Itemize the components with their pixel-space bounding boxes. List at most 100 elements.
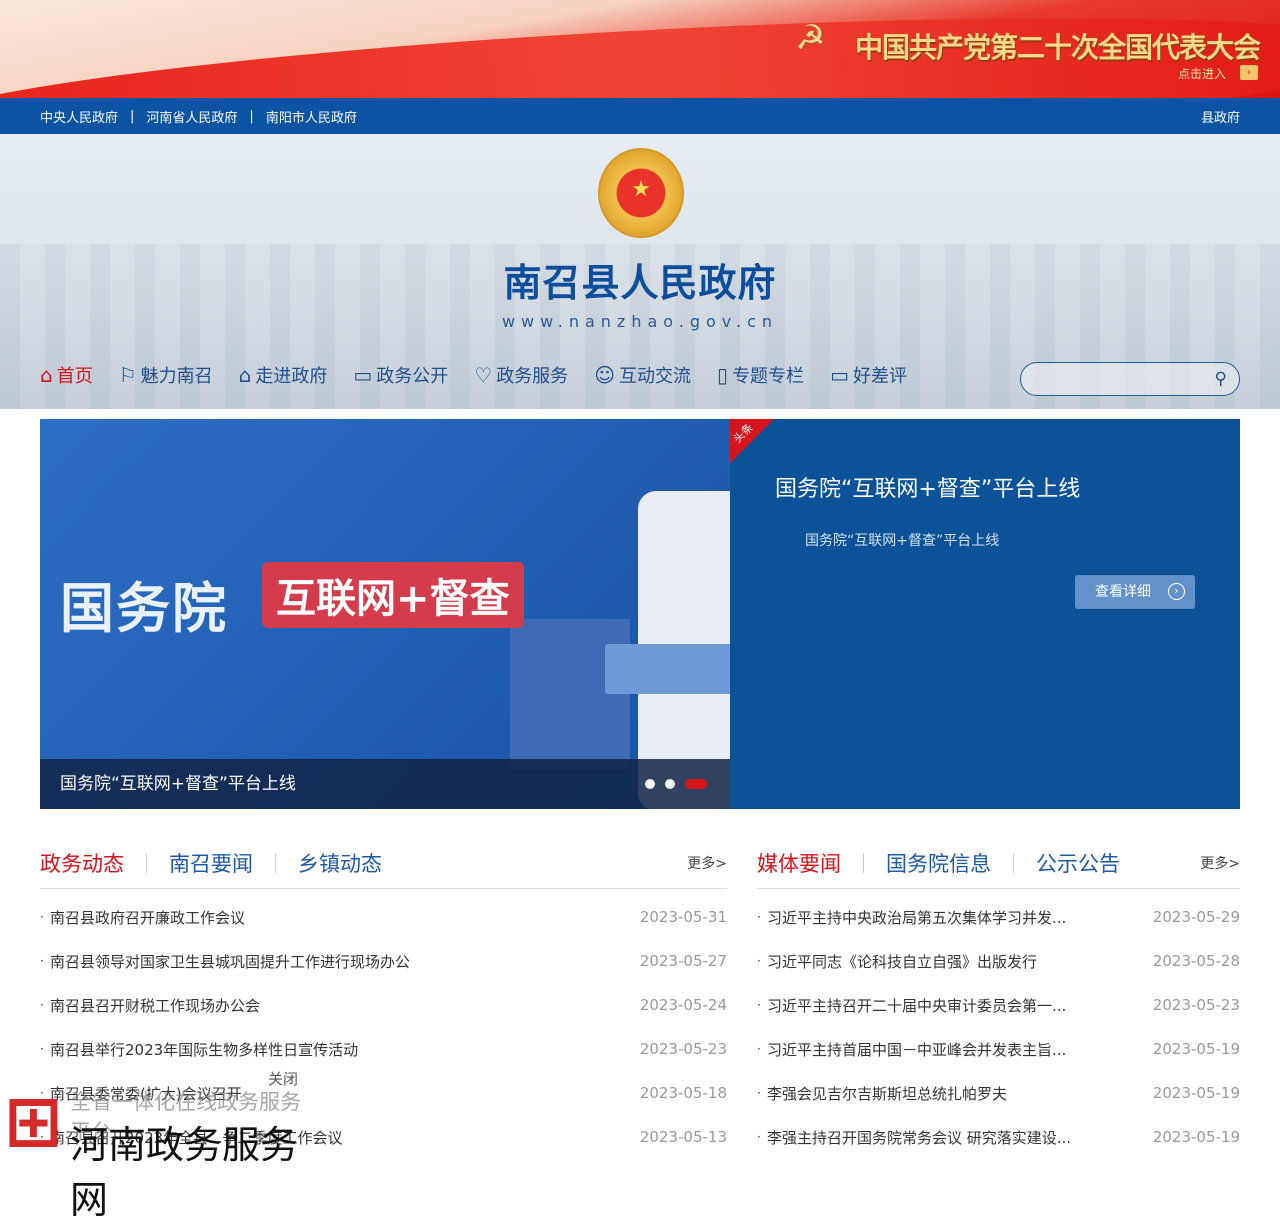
monitor-icon: ▭ (353, 363, 373, 387)
nav-topics[interactable]: ▯ 专题专栏 (717, 362, 804, 388)
site-name: 南召县人民政府 (503, 261, 777, 305)
list-item: · 南召县领导对国家卫生县城巩固提升工作进行现场办公 2023-05-27 (40, 939, 727, 983)
list-item: · 李强会见吉尔吉斯斯坦总统扎帕罗夫 2023-05-19 (757, 1071, 1240, 1115)
bullet: · (40, 998, 44, 1012)
news-title[interactable]: 南召县召开财税工作现场办公会 (50, 995, 640, 1016)
news-title[interactable]: 李强主持召开国务院常务会议 研究落实建设... (767, 1127, 1153, 1148)
nav-label: 政务公开 (376, 366, 449, 387)
main-nav: ⌂ 首页 ⚐ 魅力南召 ⌂ 走进政府 ▭ 政务公开 ♡ 政务服务 ☺ 互动交流 ▯ 专题专栏 … (40, 362, 933, 388)
henan-service-float[interactable]: ⊞ 关闭 全省一体化在线政务服务平台 河南政务服务网 (0, 1068, 310, 1222)
divider: | (249, 108, 254, 124)
bullet: · (757, 1086, 761, 1100)
nav-label: 互动交流 (619, 366, 692, 387)
more-link[interactable]: 更多> (687, 853, 727, 873)
divider (146, 853, 147, 873)
bullet: · (40, 1042, 44, 1056)
news-title[interactable]: 习近平主持召开二十届中央审计委员会第一... (767, 995, 1153, 1016)
list-item: · 习近平主持召开二十届中央审计委员会第一... 2023-05-23 (757, 983, 1240, 1027)
news-date: 2023-05-31 (639, 908, 727, 926)
slide-caption[interactable]: 国务院“互联网+督查”平台上线 (40, 759, 730, 809)
news-date: 2023-05-13 (639, 1128, 727, 1146)
top-link-bar: 中央人民政府 | 河南省人民政府 | 南阳市人民政府 县政府 (0, 98, 1280, 134)
national-emblem-icon: ★ (598, 148, 684, 238)
news-date: 2023-05-28 (1152, 952, 1240, 970)
news-title[interactable]: 习近平主持中央政治局第五次集体学习并发... (767, 907, 1153, 928)
more-link[interactable]: 更多> (1200, 853, 1240, 873)
divider (1013, 853, 1014, 873)
headline-title[interactable]: 国务院“互联网+督查”平台上线 (775, 471, 1080, 503)
nav-services[interactable]: ♡ 政务服务 (474, 362, 568, 388)
arrow-right-icon[interactable]: › (1240, 65, 1258, 80)
banner-title: 中国共产党第二十次全国代表大会 (855, 31, 1261, 64)
news-title[interactable]: 南召县领导对国家卫生县城巩固提升工作进行现场办公 (50, 951, 640, 972)
tab-announcements[interactable]: 公示公告 (1036, 848, 1120, 878)
nav-label: 好差评 (852, 366, 907, 387)
slide-dot-1[interactable] (645, 779, 655, 789)
slide-image-text: 国务院 (60, 577, 228, 640)
nav-label: 魅力南召 (140, 366, 213, 387)
slide-dot-3-active[interactable] (685, 779, 707, 789)
search-input[interactable] (1021, 363, 1201, 395)
news-tabs: 媒体要闻 国务院信息 公示公告 更多> (757, 838, 1240, 889)
tab-media-news[interactable]: 媒体要闻 (757, 848, 841, 878)
nav-home[interactable]: ⌂ 首页 (40, 362, 93, 388)
divider (275, 853, 276, 873)
nav-label: 走进政府 (255, 366, 328, 387)
slide-image-badge: 互联网+督查 (262, 562, 524, 628)
search-icon[interactable]: ⚲ (1215, 369, 1227, 389)
building-icon: ⌂ (238, 363, 252, 387)
party-congress-banner[interactable]: ☭ 中国共产党第二十次全国代表大会 点击进入 › (0, 0, 1280, 98)
news-title[interactable]: 李强会见吉尔吉斯斯坦总统扎帕罗夫 (767, 1083, 1153, 1104)
link-henan-gov[interactable]: 河南省人民政府 (146, 107, 237, 126)
nav-label: 专题专栏 (732, 366, 805, 387)
tab-township-news[interactable]: 乡镇动态 (298, 848, 382, 878)
view-detail-button[interactable]: 查看详细 › (1075, 575, 1195, 609)
bullet: · (757, 1042, 761, 1056)
county-gov-link[interactable]: 县政府 (1201, 107, 1240, 126)
tab-gov-dynamics[interactable]: 政务动态 (40, 848, 124, 878)
list-item: · 南召县政府召开廉政工作会议 2023-05-31 (40, 895, 727, 939)
heart-icon: ♡ (474, 363, 493, 387)
tab-nanzhao-news[interactable]: 南召要闻 (169, 848, 253, 878)
news-date: 2023-05-18 (639, 1084, 727, 1102)
list-item: · 李强主持召开国务院常务会议 研究落实建设... 2023-05-19 (757, 1115, 1240, 1159)
divider (863, 853, 864, 873)
list-item: · 习近平同志《论科技自立自强》出版发行 2023-05-28 (757, 939, 1240, 983)
nav-government[interactable]: ⌂ 走进政府 (239, 362, 328, 388)
list-item: · 习近平主持中央政治局第五次集体学习并发... 2023-05-29 (757, 895, 1240, 939)
news-date: 2023-05-27 (639, 952, 727, 970)
bullet: · (757, 1130, 761, 1144)
nav-charm[interactable]: ⚐ 魅力南召 (119, 362, 213, 388)
bullet: · (757, 954, 761, 968)
news-title[interactable]: 习近平主持首届中国－中亚峰会并发表主旨... (767, 1039, 1153, 1060)
link-central-gov[interactable]: 中央人民政府 (40, 107, 118, 126)
flag-icon: ⚐ (118, 363, 137, 387)
bullet: · (40, 954, 44, 968)
bars-graphic (510, 619, 630, 769)
bullet: · (40, 910, 44, 924)
search-box: ⚲ (1020, 362, 1240, 396)
bullet: · (757, 998, 761, 1012)
banner-enter-link[interactable]: 点击进入 (1178, 65, 1226, 82)
book-icon: ▯ (717, 363, 729, 387)
nav-rating[interactable]: ▭ 好差评 (830, 362, 907, 388)
chat-icon: ☺ (594, 363, 616, 387)
news-tabs: 政务动态 南召要闻 乡镇动态 更多> (40, 838, 727, 889)
nav-label: 首页 (56, 366, 93, 387)
slide-dots (645, 779, 707, 789)
news-date: 2023-05-29 (1152, 908, 1240, 926)
news-list: · 习近平主持中央政治局第五次集体学习并发... 2023-05-29 · 习近平同志《… (757, 895, 1240, 1159)
list-item: · 南召县举行2023年国际生物多样性日宣传活动 2023-05-23 (40, 1027, 727, 1071)
nav-open-affairs[interactable]: ▭ 政务公开 (353, 362, 448, 388)
news-title[interactable]: 南召县政府召开廉政工作会议 (50, 907, 640, 928)
tab-state-council[interactable]: 国务院信息 (886, 848, 991, 878)
news-title[interactable]: 习近平同志《论科技自立自强》出版发行 (767, 951, 1153, 972)
news-title[interactable]: 南召县举行2023年国际生物多样性日宣传活动 (50, 1039, 640, 1060)
list-item: · 南召县召开财税工作现场办公会 2023-05-24 (40, 983, 727, 1027)
slide-image[interactable]: 国务院 互联网+督查 国务院“互联网+督查”平台上线 (40, 419, 730, 809)
henan-service-logo-icon: ⊞ (4, 1080, 63, 1162)
link-nanyang-gov[interactable]: 南阳市人民政府 (266, 107, 357, 126)
nav-interaction[interactable]: ☺ 互动交流 (594, 362, 691, 388)
slide-dot-2[interactable] (665, 779, 675, 789)
chevron-right-circle-icon: › (1168, 583, 1185, 600)
